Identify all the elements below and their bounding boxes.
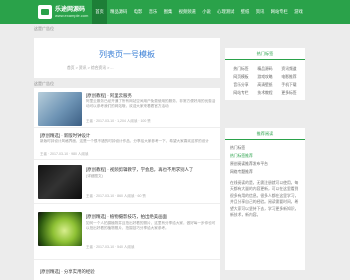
article-list: [原创教程] · 阿里云服务 阿里云服务已经开通了所有网站空间用户免费使用的服务… bbox=[34, 88, 220, 280]
article-desc: (详细图文) bbox=[86, 174, 103, 178]
tag-link[interactable]: 手机下载 bbox=[277, 81, 301, 89]
list-item[interactable]: [原创精选] · 分享实用的经验 bbox=[34, 260, 220, 280]
main-nav: 首页 精品源码 电影 音乐 图集 视频频道 小说 心理测试 壁纸 资讯 网站专栏… bbox=[92, 0, 306, 24]
ad-label-top[interactable]: 这是广告位 bbox=[34, 26, 54, 32]
tag-link[interactable]: 资讯频道 bbox=[277, 65, 301, 73]
nav-item-home[interactable]: 首页 bbox=[92, 0, 107, 24]
list-item[interactable]: [原创精选] · 新版时钟设计 新版时钟设计风格界面，这是一个很不错的时钟设计作… bbox=[34, 128, 220, 160]
panel-title: 推荐阅读 bbox=[225, 128, 305, 140]
article-desc: 阿里云服务已经开通了所有网站空间用户免费使用的服务，非常方便好用的优惠活动可以参… bbox=[86, 99, 216, 109]
list-item[interactable]: [原创精选] · 植物摄影技巧，拍出绝美画面 如何一个人拍摄植物并且拍出好看的照… bbox=[34, 204, 220, 260]
site-subtitle: www.example.com bbox=[55, 13, 89, 18]
tags-panel: 热门标签 热门标签 精品源码 资讯频道 网页模板 游戏攻略 电影推荐 音乐分享 … bbox=[225, 48, 305, 100]
tag-link[interactable]: 网站专栏 bbox=[229, 89, 253, 97]
recommend-link[interactable]: 网络专题推荐 bbox=[230, 170, 253, 175]
recommend-link[interactable]: 热门标签推荐 bbox=[230, 154, 253, 159]
list-item[interactable]: [原创教程] · 阿里云服务 阿里云服务已经开通了所有网站空间用户免费使用的服务… bbox=[34, 88, 220, 128]
logo-icon bbox=[38, 5, 52, 19]
recommend-link[interactable]: 原创阅读推荐发布平台 bbox=[230, 162, 268, 167]
main-column: 这是广告位 列表页一号模板 首页 > 资讯 > 综合资讯 > ... 这是广告位… bbox=[34, 24, 220, 280]
nav-item[interactable]: 游戏 bbox=[291, 0, 306, 24]
article-meta: 王者 · 2017-03-10 · 1,204 人阅读 · 100 赞 bbox=[86, 119, 151, 123]
top-navbar: 乐途网源码 www.example.com 首页 精品源码 电影 音乐 图集 视… bbox=[0, 0, 350, 24]
page-title: 列表页一号模板 bbox=[99, 50, 155, 59]
nav-item[interactable]: 精品源码 bbox=[107, 0, 131, 24]
tag-link[interactable]: 音乐分享 bbox=[229, 81, 253, 89]
article-thumbnail[interactable] bbox=[38, 212, 82, 246]
nav-item[interactable]: 图集 bbox=[160, 0, 175, 24]
recommend-panel: 推荐阅读 热门标签 热门标签推荐 原创阅读推荐发布平台 网络专题推荐 在线阅读的… bbox=[225, 128, 305, 270]
recommend-link[interactable]: 热门标签 bbox=[230, 146, 245, 151]
list-item[interactable]: [原创教程] · 视频剪辑教学，学会后，再也不用求别人了 (详细图文) 王者 ·… bbox=[34, 160, 220, 204]
tag-link[interactable]: 网页模板 bbox=[229, 73, 253, 81]
breadcrumb[interactable]: 首页 > 资讯 > 综合资讯 > ... bbox=[67, 66, 114, 71]
article-meta: 王者 · 2017-03-10 · 540 人阅读 bbox=[86, 245, 135, 249]
article-title[interactable]: [原创精选] · 分享实用的经验 bbox=[40, 269, 95, 275]
site-logo[interactable]: 乐途网源码 www.example.com bbox=[38, 3, 88, 21]
tag-cloud: 热门标签 精品源码 资讯频道 网页模板 游戏攻略 电影推荐 音乐分享 高清壁纸 … bbox=[229, 65, 301, 97]
ad-label-mid[interactable]: 这是广告位 bbox=[34, 81, 54, 87]
tag-link[interactable]: 更多标签 bbox=[277, 89, 301, 97]
article-desc: 新版时钟设计风格界面，这是一个很不错的时钟设计作品，分享给大家参考一下，希望大家… bbox=[40, 139, 209, 143]
site-name: 乐途网源码 bbox=[55, 7, 86, 13]
nav-item[interactable]: 音乐 bbox=[146, 0, 161, 24]
nav-item[interactable]: 网站专栏 bbox=[267, 0, 291, 24]
article-thumbnail[interactable] bbox=[38, 165, 82, 199]
nav-item[interactable]: 小说 bbox=[199, 0, 214, 24]
recommend-text: 在线阅读的是，无需注册就可以使用，每天都有大量的内容更新，可以在这里看到很多有用… bbox=[230, 181, 299, 218]
tag-link[interactable]: 精品源码 bbox=[253, 65, 277, 73]
title-card: 列表页一号模板 首页 > 资讯 > 综合资讯 > ... bbox=[34, 38, 220, 78]
nav-item[interactable]: 壁纸 bbox=[238, 0, 253, 24]
tag-link[interactable]: 技术教程 bbox=[253, 89, 277, 97]
article-desc: 如何一个人拍摄植物并且拍出好看的照片，这里有分享给大家，做好每一步你也可以拍出好… bbox=[86, 221, 216, 231]
article-meta: 王者 · 2017-03-10 · 980 人阅读 bbox=[40, 152, 89, 156]
article-thumbnail[interactable] bbox=[38, 92, 82, 126]
article-meta: 王者 · 2017-03-10 · 860 人阅读 · 60 赞 bbox=[86, 194, 146, 198]
nav-item[interactable]: 电影 bbox=[131, 0, 146, 24]
nav-item[interactable]: 心理测试 bbox=[214, 0, 238, 24]
nav-item[interactable]: 资讯 bbox=[253, 0, 268, 24]
tag-link[interactable]: 电影推荐 bbox=[277, 73, 301, 81]
nav-item[interactable]: 视频频道 bbox=[175, 0, 199, 24]
tag-link[interactable]: 游戏攻略 bbox=[253, 73, 277, 81]
panel-title: 热门标签 bbox=[225, 48, 305, 60]
article-title[interactable]: [原创教程] · 视频剪辑教学，学会后，再也不用求别人了 bbox=[86, 167, 193, 173]
tag-link[interactable]: 高清壁纸 bbox=[253, 81, 277, 89]
article-title[interactable]: [原创精选] · 植物摄影技巧，拍出绝美画面 bbox=[86, 214, 167, 220]
tag-link[interactable]: 热门标签 bbox=[229, 65, 253, 73]
